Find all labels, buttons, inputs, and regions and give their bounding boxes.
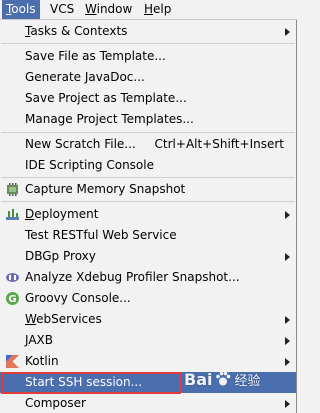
menu-item-groovy-console[interactable]: G Groovy Console... (0, 288, 296, 309)
menu-separator (1, 43, 295, 44)
menu-item-composer[interactable]: Composer (0, 393, 296, 413)
menu-item-label: IDE Scripting Console (25, 158, 154, 172)
menu-item-label: Save File as Template... (25, 49, 166, 63)
menu-item-label: Test RESTful Web Service (25, 228, 177, 242)
watermark-text-cn: 经验 (234, 373, 261, 389)
menu-item-generate-javadoc[interactable]: Generate JavaDoc... (0, 67, 296, 88)
menu-item-jaxb[interactable]: JAXB (0, 330, 296, 351)
menu-separator (1, 132, 295, 133)
menu-item-save-file-as-template[interactable]: Save File as Template... (0, 46, 296, 67)
deployment-icon (6, 209, 19, 220)
menu-item-deployment[interactable]: Deployment (0, 204, 296, 225)
menu-item-tasks-contexts[interactable]: Tasks & Contexts (0, 21, 296, 42)
menu-item-label: Deployment (25, 207, 99, 221)
menu-item-label: Manage Project Templates... (25, 112, 194, 126)
menu-item-label: Capture Memory Snapshot (25, 182, 186, 196)
menu-item-label: DBGp Proxy (25, 249, 96, 263)
submenu-arrow-icon (285, 28, 290, 36)
menu-item-label: Kotlin (25, 354, 59, 368)
submenu-arrow-icon (285, 211, 290, 219)
menu-item-capture-memory-snapshot[interactable]: Capture Memory Snapshot (0, 179, 296, 200)
menu-window[interactable]: Window (81, 0, 136, 19)
menu-item-label: JAXB (25, 333, 53, 347)
menu-item-label: Generate JavaDoc... (25, 70, 145, 84)
menu-item-webservices[interactable]: WebServices (0, 309, 296, 330)
menu-help-mnemonic: H (144, 2, 154, 16)
menu-tools[interactable]: Tools (2, 0, 40, 19)
menu-tools-label: ools (11, 2, 36, 16)
menu-window-label: indow (96, 2, 133, 16)
menu-item-label: Start SSH session... (25, 375, 143, 389)
submenu-arrow-icon (285, 337, 290, 345)
submenu-arrow-icon (285, 358, 290, 366)
menu-item-label: Save Project as Template... (25, 91, 187, 105)
paw-icon (216, 371, 231, 386)
baidu-watermark: Bai 经验 (184, 362, 261, 396)
submenu-arrow-icon (285, 400, 290, 408)
tools-dropdown: Tasks & Contexts Save File as Template..… (0, 20, 297, 413)
menu-item-new-scratch-file[interactable]: New Scratch File... Ctrl+Alt+Shift+Inser… (0, 134, 296, 155)
menu-item-analyze-xdebug-profiler-snapshot[interactable]: Analyze Xdebug Profiler Snapshot... (0, 267, 296, 288)
groovy-icon: G (6, 292, 19, 305)
menu-item-label: WebServices (25, 312, 102, 326)
php-icon (6, 273, 19, 282)
memory-snapshot-icon (7, 183, 18, 196)
submenu-arrow-icon (285, 316, 290, 324)
submenu-arrow-icon (285, 253, 290, 261)
menu-item-label: Groovy Console... (25, 291, 131, 305)
menu-bar: Tools VCS Window Help (0, 0, 297, 20)
menu-help[interactable]: Help (140, 0, 175, 19)
svg-text:G: G (8, 294, 16, 305)
menu-item-test-restful-web-service[interactable]: Test RESTful Web Service (0, 225, 296, 246)
menu-item-ide-scripting-console[interactable]: IDE Scripting Console (0, 155, 296, 176)
menu-vcs[interactable]: VCS (46, 0, 78, 19)
kotlin-icon (6, 355, 19, 368)
watermark-text: Bai (184, 369, 213, 389)
menu-item-shortcut: Ctrl+Alt+Shift+Insert (154, 137, 284, 151)
menu-item-label: Composer (25, 396, 86, 410)
menu-help-label: elp (153, 2, 172, 16)
menu-item-manage-project-templates[interactable]: Manage Project Templates... (0, 109, 296, 130)
menu-separator (1, 177, 295, 178)
menu-item-label: Tasks & Contexts (25, 24, 128, 38)
menu-item-dbgp-proxy[interactable]: DBGp Proxy (0, 246, 296, 267)
menu-item-label: Analyze Xdebug Profiler Snapshot... (25, 270, 240, 284)
menu-item-save-project-as-template[interactable]: Save Project as Template... (0, 88, 296, 109)
menu-separator (1, 201, 295, 202)
menu-vcs-label: VCS (50, 2, 75, 16)
menu-item-label: New Scratch File... (25, 137, 136, 151)
menu-window-mnemonic: W (85, 2, 97, 16)
